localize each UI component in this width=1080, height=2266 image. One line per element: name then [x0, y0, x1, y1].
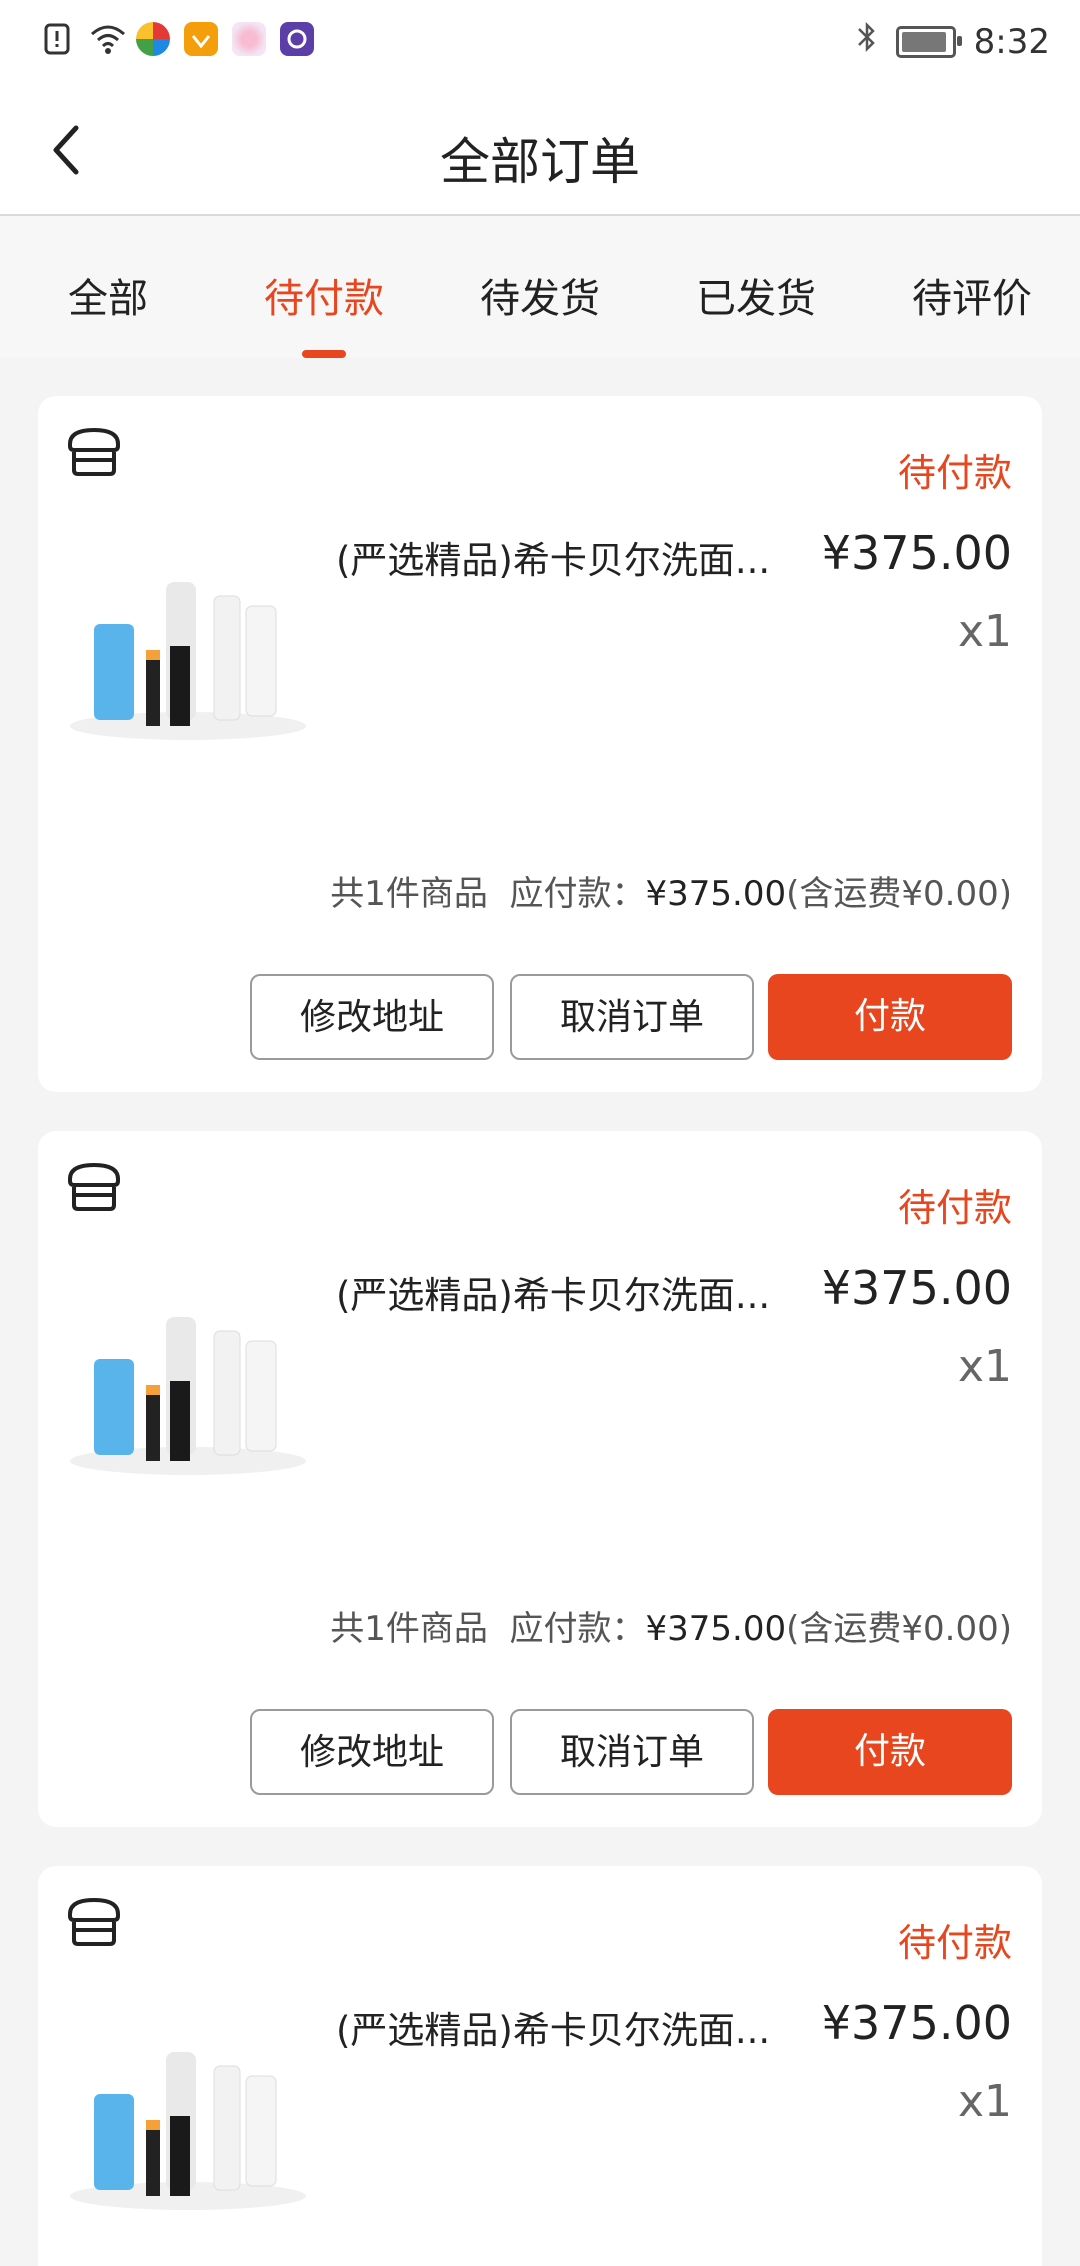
- active-tab-indicator: [302, 350, 346, 358]
- status-bar: 8:32: [0, 0, 1080, 86]
- cancel-order-button[interactable]: 取消订单: [510, 974, 754, 1060]
- order-status: 待付款: [897, 1186, 1012, 1230]
- page-title: 全部订单: [440, 133, 640, 191]
- shop-icon: [64, 424, 124, 480]
- product-quantity: x1: [957, 1341, 1012, 1392]
- order-summary: 共1件商品 应付款：¥375.00(含运费¥0.00): [330, 866, 1012, 915]
- modify-address-button[interactable]: 修改地址: [250, 974, 494, 1060]
- amount-label: 应付款：: [509, 874, 646, 914]
- bluetooth-icon: [856, 20, 878, 63]
- app-icon-4: [280, 22, 314, 56]
- amount-label: 应付款：: [509, 1609, 646, 1649]
- product-price: ¥375.00: [821, 1261, 1012, 1315]
- product-name[interactable]: (严选精品)希卡贝尔洗面...: [336, 530, 786, 584]
- amount-due: ¥375.00: [645, 1609, 787, 1649]
- app-icon-2: [184, 22, 218, 56]
- product-price: ¥375.00: [821, 1996, 1012, 2050]
- order-card[interactable]: 待付款 (严选精品)希卡贝尔洗面... ¥375.00 x1 共1件商品 应付款…: [38, 396, 1042, 1092]
- tab-pending-shipment[interactable]: 待发货: [432, 266, 648, 324]
- pay-button[interactable]: 付款: [768, 974, 1012, 1060]
- tab-pending-review[interactable]: 待评价: [864, 266, 1080, 324]
- product-image[interactable]: [66, 1281, 310, 1481]
- product-name[interactable]: (严选精品)希卡贝尔洗面...: [336, 2000, 786, 2054]
- tab-all[interactable]: 全部: [0, 266, 216, 324]
- cancel-order-button[interactable]: 取消订单: [510, 1709, 754, 1795]
- item-count: 共1件商品: [330, 1609, 488, 1649]
- status-time: 8:32: [973, 21, 1050, 62]
- shop-icon: [64, 1159, 124, 1215]
- modify-address-button[interactable]: 修改地址: [250, 1709, 494, 1795]
- app-icon-1: [136, 22, 170, 56]
- product-price: ¥375.00: [821, 526, 1012, 580]
- order-tabs: 全部 待付款 待发货 已发货 待评价: [0, 216, 1080, 358]
- shipping-fee: (含运费¥0.00): [786, 874, 1012, 914]
- product-image[interactable]: [66, 2016, 310, 2216]
- tab-shipped[interactable]: 已发货: [648, 266, 864, 324]
- amount-due: ¥375.00: [645, 874, 787, 914]
- battery-icon: [895, 25, 962, 58]
- tab-pending-payment[interactable]: 待付款: [216, 266, 432, 324]
- product-quantity: x1: [957, 2076, 1012, 2127]
- item-count: 共1件商品: [330, 874, 488, 914]
- shipping-fee: (含运费¥0.00): [786, 1609, 1012, 1649]
- shop-icon: [64, 1894, 124, 1950]
- product-image[interactable]: [66, 546, 310, 746]
- sim-alert-icon: [40, 22, 74, 56]
- order-status: 待付款: [897, 451, 1012, 495]
- product-name[interactable]: (严选精品)希卡贝尔洗面...: [336, 1265, 786, 1319]
- product-quantity: x1: [957, 606, 1012, 657]
- order-card[interactable]: 待付款 (严选精品)希卡贝尔洗面... ¥375.00 x1 共1件商品 应付款…: [38, 1131, 1042, 1827]
- order-summary: 共1件商品 应付款：¥375.00(含运费¥0.00): [330, 1601, 1012, 1650]
- app-icon-3: [232, 22, 266, 56]
- order-status: 待付款: [897, 1921, 1012, 1965]
- title-bar: 全部订单: [0, 86, 1080, 216]
- order-card[interactable]: 待付款 (严选精品)希卡贝尔洗面... ¥375.00 x1: [38, 1866, 1042, 2266]
- pay-button[interactable]: 付款: [768, 1709, 1012, 1795]
- wifi-icon: [88, 22, 125, 56]
